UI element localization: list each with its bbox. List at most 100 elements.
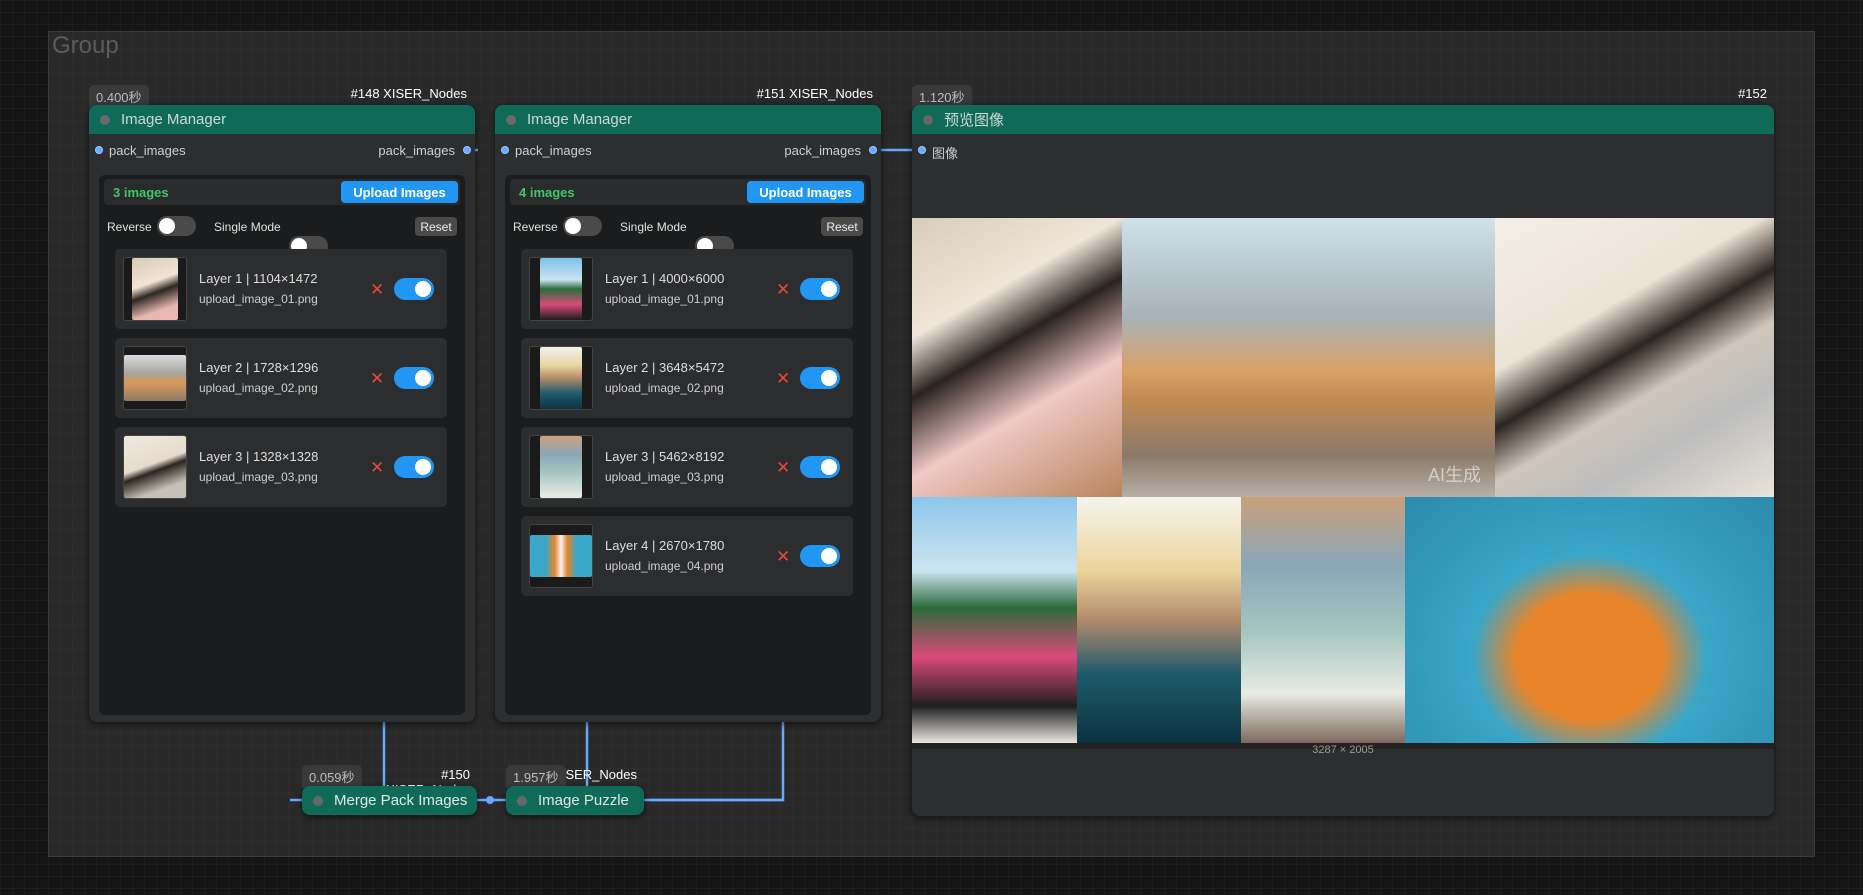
image-manager-node-148[interactable]: Image Manager pack_images pack_images 3 …: [89, 105, 475, 722]
layer-item[interactable]: Layer 1 | 4000×6000 upload_image_01.png …: [521, 249, 853, 329]
layer-thumbnail: [529, 346, 593, 410]
layer-thumbnail: [529, 524, 593, 588]
layer-item[interactable]: Layer 1 | 1104×1472 upload_image_01.png …: [115, 249, 447, 329]
node151-id: #151 XISER_Nodes: [756, 86, 873, 101]
node148-title: Image Manager: [121, 111, 227, 128]
layer-filename: upload_image_04.png: [605, 559, 724, 573]
node-status-dot-icon[interactable]: [923, 114, 933, 125]
layer-name: Layer 2 | 3648×5472: [605, 360, 725, 375]
layer-name: Layer 4 | 2670×1780: [605, 538, 725, 553]
node151-header[interactable]: Image Manager: [495, 105, 881, 134]
reverse-label: Reverse: [513, 220, 558, 234]
image-manager-node-151[interactable]: Image Manager pack_images pack_images 4 …: [495, 105, 881, 722]
reset-button[interactable]: Reset: [415, 217, 457, 236]
delete-x-icon[interactable]: ✕: [776, 459, 790, 476]
single-mode-label: Single Mode: [214, 220, 281, 234]
single-mode-label: Single Mode: [620, 220, 687, 234]
layer-name: Layer 3 | 1328×1328: [199, 449, 319, 464]
node-status-dot-icon[interactable]: [100, 114, 110, 125]
layer-thumbnail-image: [540, 347, 582, 409]
node150-timing: 0.059秒: [302, 765, 362, 788]
reset-button[interactable]: Reset: [821, 217, 863, 236]
node151-count: 4 images: [519, 185, 575, 200]
node148-header[interactable]: Image Manager: [89, 105, 475, 134]
layer-thumbnail: [123, 346, 187, 410]
layer-item[interactable]: Layer 3 | 5462×8192 upload_image_03.png …: [521, 427, 853, 507]
delete-x-icon[interactable]: ✕: [370, 370, 384, 387]
layer-name: Layer 1 | 4000×6000: [605, 271, 725, 286]
node148-id: #148 XISER_Nodes: [350, 86, 467, 101]
puzzle-timing: 1.957秒: [506, 765, 566, 788]
puzzle-id: SER_Nodes: [565, 767, 637, 782]
preview-photo-vr: [1405, 497, 1774, 743]
node151-panel: 4 images Upload Images Reverse Single Mo…: [505, 175, 871, 715]
node150-title: Merge Pack Images: [334, 792, 468, 809]
slot-dot-icon[interactable]: [95, 146, 103, 154]
puzzle-title: Image Puzzle: [538, 792, 629, 809]
node148-output-label: pack_images: [378, 143, 455, 158]
layer-item[interactable]: Layer 3 | 1328×1328 upload_image_03.png …: [115, 427, 447, 507]
layer-thumbnail: [529, 257, 593, 321]
node-status-dot-icon[interactable]: [313, 795, 323, 806]
preview-image[interactable]: AI生成: [912, 218, 1774, 749]
layer-enable-toggle[interactable]: [800, 456, 840, 478]
delete-x-icon[interactable]: ✕: [776, 548, 790, 565]
slot-dot-icon[interactable]: [918, 146, 926, 154]
slot-dot-icon[interactable]: [501, 146, 509, 154]
preview-image-node-152[interactable]: 预览图像 图像 AI生成 3287 × 2005: [912, 105, 1774, 816]
layer-item[interactable]: Layer 4 | 2670×1780 upload_image_04.png …: [521, 516, 853, 596]
node148-input-label: pack_images: [109, 143, 186, 158]
layer-thumbnail-image: [132, 258, 178, 320]
reverse-toggle[interactable]: [157, 216, 196, 236]
upload-images-button[interactable]: Upload Images: [341, 181, 458, 203]
preview-photo-hat: [1241, 497, 1405, 743]
preview-photo-bunny-girl: [912, 218, 1122, 497]
image-puzzle-node[interactable]: Image Puzzle: [506, 786, 644, 815]
delete-x-icon[interactable]: ✕: [776, 370, 790, 387]
layer-name: Layer 3 | 5462×8192: [605, 449, 725, 464]
layer-enable-toggle[interactable]: [800, 367, 840, 389]
layer-filename: upload_image_01.png: [605, 292, 724, 306]
preview-photo-floral-dress: [912, 497, 1077, 743]
layer-filename: upload_image_01.png: [199, 292, 318, 306]
node151-title: Image Manager: [527, 111, 633, 128]
layer-thumbnail: [529, 435, 593, 499]
layer-name: Layer 2 | 1728×1296: [199, 360, 319, 375]
layer-thumbnail-image: [530, 535, 592, 577]
node-status-dot-icon[interactable]: [506, 114, 516, 125]
layer-thumbnail: [123, 257, 187, 321]
delete-x-icon[interactable]: ✕: [370, 459, 384, 476]
node151-output-label: pack_images: [784, 143, 861, 158]
slot-dot-icon[interactable]: [463, 146, 471, 154]
layer-item[interactable]: Layer 2 | 1728×1296 upload_image_02.png …: [115, 338, 447, 418]
layer-filename: upload_image_03.png: [199, 470, 318, 484]
merge-pack-images-node[interactable]: Merge Pack Images: [302, 786, 477, 815]
layer-enable-toggle[interactable]: [394, 278, 434, 300]
node-status-dot-icon[interactable]: [517, 795, 527, 806]
preview-photo-kitchen: [1495, 218, 1774, 497]
node152-header[interactable]: 预览图像: [912, 105, 1774, 134]
node148-panel: 3 images Upload Images Reverse Single Mo…: [99, 175, 465, 715]
node151-count-bar: 4 images Upload Images: [510, 179, 866, 205]
node148-count: 3 images: [113, 185, 169, 200]
node152-title: 预览图像: [944, 112, 1005, 129]
preview-photo-cat: AI生成: [1122, 218, 1495, 497]
slot-dot-icon[interactable]: [869, 146, 877, 154]
delete-x-icon[interactable]: ✕: [776, 281, 790, 298]
node148-count-bar: 3 images Upload Images: [104, 179, 460, 205]
layer-thumbnail: [123, 435, 187, 499]
delete-x-icon[interactable]: ✕: [370, 281, 384, 298]
layer-enable-toggle[interactable]: [800, 278, 840, 300]
layer-thumbnail-image: [540, 436, 582, 498]
link-151-to-puzzle: [650, 722, 785, 802]
layer-filename: upload_image_02.png: [199, 381, 318, 395]
ai-watermark: AI生成: [1427, 465, 1481, 485]
reverse-toggle[interactable]: [563, 216, 602, 236]
layer-enable-toggle[interactable]: [394, 367, 434, 389]
layer-item[interactable]: Layer 2 | 3648×5472 upload_image_02.png …: [521, 338, 853, 418]
node151-input-label: pack_images: [515, 143, 592, 158]
layer-enable-toggle[interactable]: [394, 456, 434, 478]
upload-images-button[interactable]: Upload Images: [747, 181, 864, 203]
link-junction: [486, 796, 494, 804]
layer-enable-toggle[interactable]: [800, 545, 840, 567]
